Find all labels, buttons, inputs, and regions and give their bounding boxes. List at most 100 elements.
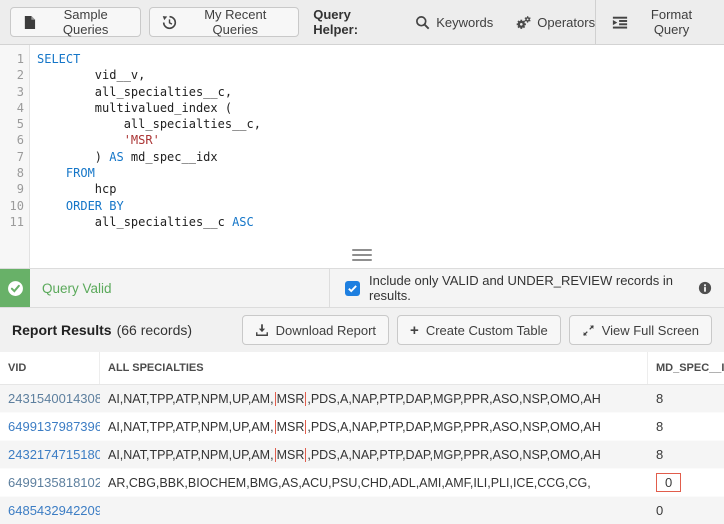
query-helper-label: Query Helper: (313, 7, 359, 37)
vid-cell: 243154001430840322 (0, 390, 100, 408)
sql-string: 'MSR' (123, 133, 160, 148)
download-report-button[interactable]: Download Report (241, 315, 390, 345)
create-custom-table-label: Create Custom Table (425, 322, 548, 338)
vid-link[interactable]: 243217471518016514 (8, 447, 100, 462)
idx-value: 8 (656, 419, 664, 434)
column-header-vid: VID (0, 352, 100, 384)
include-records-section: Include only VALID and UNDER_REVIEW reco… (330, 269, 724, 307)
column-header-all-specialties: ALL SPECIALTIES (100, 352, 648, 384)
sql-text: multivalued_index ( (37, 100, 233, 115)
query-valid-text: Query Valid (42, 280, 112, 296)
report-results-title: Report Results (12, 322, 112, 338)
file-icon (23, 15, 36, 30)
sql-editor[interactable]: 1 SELECT 2 vid__v, 3 all_specialties__c, 4 m… (0, 45, 724, 268)
history-icon (162, 15, 177, 30)
vid-cell: 649913798739641408 (0, 418, 100, 436)
table-header-row: VID ALL SPECIALTIES MD_SPEC__IDX (0, 352, 724, 385)
table-row: 243154001430840322 AI,NAT,TPP,ATP,NPM,UP,… (0, 385, 724, 413)
table-row: 648543294220944411 0 (0, 497, 724, 524)
vid-link[interactable]: 649913798739641408 (8, 419, 100, 434)
line-number: 3 (16, 84, 24, 99)
plus-icon: + (410, 321, 419, 339)
code-text: all_specialties__c ASC (24, 214, 254, 230)
table-row: 649913798739641408 AI,NAT,TPP,ATP,NPM,UP,… (0, 413, 724, 441)
vid-cell: 648543294220944411 (0, 502, 100, 520)
sql-text: hcp (37, 182, 117, 197)
keywords-button[interactable]: Keywords (415, 15, 493, 30)
code-text: multivalued_index ( (24, 100, 232, 116)
info-icon[interactable] (698, 281, 712, 295)
sql-text: all_specialties__c, (37, 117, 261, 132)
line-number: 8 (16, 166, 24, 181)
sql-text: ) (37, 149, 110, 164)
code-text: ORDER BY (24, 198, 124, 214)
code-line: 4 multivalued_index ( (0, 100, 724, 116)
grip-handle-icon[interactable] (352, 248, 372, 261)
line-number: 9 (16, 182, 24, 197)
sql-keyword: ASC (232, 214, 254, 229)
vid-cell: 243217471518016514 (0, 446, 100, 464)
format-query-label: Format Query (650, 7, 693, 37)
gears-icon (515, 15, 532, 30)
download-icon (255, 323, 269, 337)
code-text: SELECT (24, 51, 80, 67)
view-full-screen-label: View Full Screen (601, 322, 699, 338)
download-report-label: Download Report (275, 322, 377, 338)
code-line: 6 'MSR' (0, 132, 724, 148)
sql-keyword: ORDER BY (65, 198, 124, 213)
code-text: vid__v, (24, 67, 146, 83)
md-spec-idx-cell: 0 (648, 503, 724, 518)
highlight-box: 0 (656, 473, 682, 492)
include-records-checkbox[interactable] (345, 280, 360, 296)
line-number: 5 (16, 117, 24, 132)
vid-link[interactable]: 648543294220944411 (8, 503, 100, 518)
code-text: all_specialties__c, (24, 116, 261, 132)
specialties-cell: AR,CBG,BBK,BIOCHEM,BMG,AS,ACU,PSU,CHD,AD… (108, 475, 591, 490)
code-line: 1 SELECT (0, 51, 724, 67)
check-circle-icon (0, 269, 30, 307)
md-spec-idx-cell: 8 (648, 419, 724, 434)
status-bar: Query Valid Include only VALID and UNDER… (0, 268, 724, 308)
my-recent-queries-button[interactable]: My Recent Queries (149, 7, 300, 37)
specialties-cell: AI,NAT,TPP,ATP,NPM,UP,AM, MSR ,PDS,A,NAP,P… (108, 447, 601, 462)
idx-value: 0 (656, 503, 664, 518)
results-table: VID ALL SPECIALTIES MD_SPEC__IDX 2431540… (0, 352, 724, 524)
format-query-button[interactable]: Format Query (596, 0, 724, 44)
vid-link[interactable]: 243154001430840322 (8, 391, 100, 406)
sample-queries-button[interactable]: Sample Queries (10, 7, 142, 37)
operators-button[interactable]: Operators (515, 15, 595, 30)
code-line: 8 FROM (0, 165, 724, 181)
code-text: all_specialties__c, (24, 84, 232, 100)
code-line: 3 all_specialties__c, (0, 84, 724, 100)
line-number: 6 (16, 133, 24, 148)
highlight-box: MSR (274, 419, 307, 434)
code-text: FROM (24, 165, 95, 181)
query-valid-section: Query Valid (0, 269, 330, 307)
indent-icon (612, 16, 628, 29)
specialties-cell: AI,NAT,TPP,ATP,NPM,UP,AM, MSR ,PDS,A,NAP,P… (108, 419, 601, 434)
line-number: 2 (16, 68, 24, 83)
expand-icon (582, 324, 595, 337)
sql-text: all_specialties__c, (37, 84, 233, 99)
sql-keyword: FROM (65, 166, 95, 181)
code-text: ) AS md_spec__idx (24, 149, 218, 165)
table-row: 243217471518016514 AI,NAT,TPP,ATP,NPM,UP,… (0, 441, 724, 469)
idx-value: 8 (656, 447, 664, 462)
code-line: 11 all_specialties__c ASC (0, 214, 724, 230)
search-icon (415, 15, 430, 30)
highlight-box: MSR (274, 391, 307, 406)
md-spec-idx-cell: 8 (648, 447, 724, 462)
vid-cell: 649913581810238522 (0, 474, 100, 492)
report-results-count: (66 records) (116, 322, 193, 338)
code-text: 'MSR' (24, 132, 160, 148)
view-full-screen-button[interactable]: View Full Screen (568, 315, 712, 345)
line-number: 11 (9, 214, 24, 229)
sql-text: md_spec__idx (123, 149, 218, 164)
table-row: 649913581810238522 AR,CBG,BBK,BIOCHEM,BMG… (0, 469, 724, 497)
vid-link[interactable]: 649913581810238522 (8, 475, 100, 490)
create-custom-table-button[interactable]: + Create Custom Table (397, 315, 561, 345)
sample-queries-label: Sample Queries (62, 7, 109, 37)
my-recent-queries-label: My Recent Queries (204, 7, 267, 37)
